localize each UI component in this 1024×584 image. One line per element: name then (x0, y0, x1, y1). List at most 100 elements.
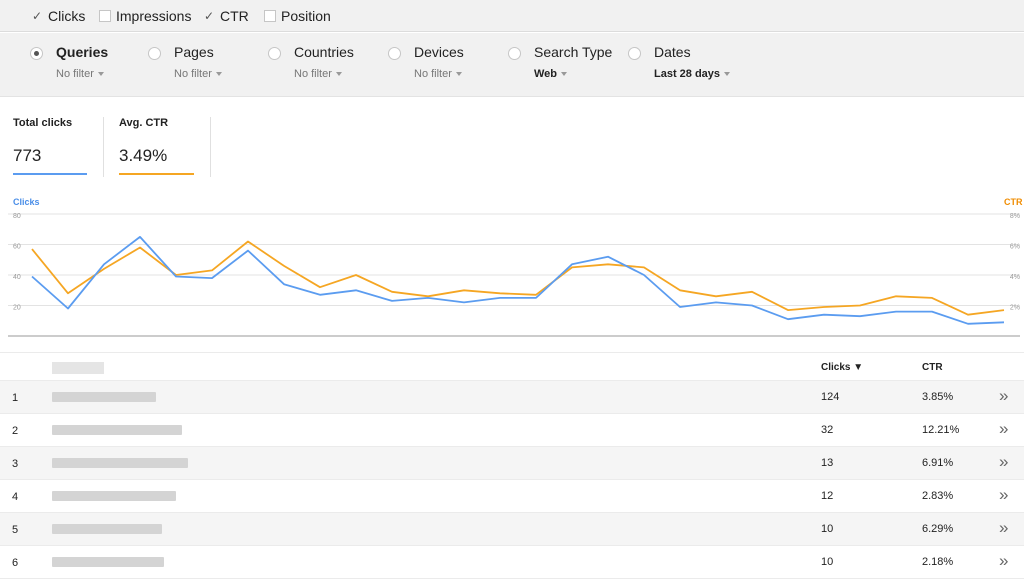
row-ctr: 2.83% (922, 490, 954, 502)
table-header: Clicks ▼ CTR (0, 352, 1024, 381)
table-body: 1 124 3.85% » 2 32 12.21% » 3 13 6.91% » 4 12 2.83% » 5 1… (0, 381, 1024, 579)
position-checkbox[interactable] (264, 10, 276, 22)
left-tick-label: 60 (13, 244, 21, 251)
countries-radio[interactable] (268, 47, 281, 60)
table-row[interactable]: 1 124 3.85% » (0, 381, 1024, 414)
right-tick-label: 4% (1010, 274, 1020, 281)
metric-ctr-label: CTR (220, 8, 249, 24)
row-ctr: 6.91% (922, 457, 954, 469)
row-clicks: 32 (821, 424, 834, 436)
right-tick-label: 8% (1010, 213, 1020, 220)
metric-position-toggle[interactable]: Position (264, 7, 331, 25)
open-details-icon[interactable]: » (999, 387, 1008, 405)
table-row[interactable]: 3 13 6.91% » (0, 447, 1024, 480)
row-ctr: 6.29% (922, 523, 954, 535)
devices-radio[interactable] (388, 47, 401, 60)
row-rank: 1 (12, 392, 19, 404)
filter-search-type-title: Search Type (534, 44, 613, 60)
metric-clicks-label: Clicks (48, 8, 86, 24)
totals-divider (103, 117, 104, 177)
table-row[interactable]: 5 10 6.29% » (0, 513, 1024, 546)
row-clicks: 10 (821, 523, 834, 535)
filter-countries-dropdown[interactable]: No filter (294, 68, 342, 80)
filter-dates-value: Last 28 days (654, 68, 721, 80)
filter-countries-title: Countries (294, 44, 354, 60)
filter-pages-title: Pages (174, 44, 214, 60)
ctr-color-underline (119, 173, 194, 175)
open-details-icon[interactable]: » (999, 486, 1008, 504)
total-clicks-value: 773 (13, 146, 42, 165)
table-row[interactable]: 4 12 2.83% » (0, 480, 1024, 513)
open-details-icon[interactable]: » (999, 519, 1008, 537)
clicks-checkbox[interactable]: ✓ (31, 10, 43, 22)
row-ctr: 3.85% (922, 391, 954, 403)
row-ctr: 2.18% (922, 556, 954, 568)
redacted-query-text[interactable] (52, 425, 182, 435)
table-row[interactable]: 2 32 12.21% » (0, 414, 1024, 447)
redacted-query-text[interactable] (52, 458, 188, 468)
metric-impressions-toggle[interactable]: Impressions (99, 7, 191, 25)
open-details-icon[interactable]: » (999, 552, 1008, 570)
avg-ctr-value: 3.49% (119, 146, 168, 165)
filter-search-type-dropdown[interactable]: Web (534, 68, 568, 80)
impressions-checkbox[interactable] (99, 10, 111, 22)
caret-down-icon (335, 72, 342, 77)
queries-table: Clicks ▼ CTR 1 124 3.85%» 2 32 12.21%» 3 13 6.91… (0, 352, 1024, 579)
caret-down-icon (455, 72, 462, 77)
ctr-checkbox[interactable]: ✓ (203, 10, 215, 22)
filter-devices-dropdown[interactable]: No filter (414, 68, 462, 80)
filter-devices-value: No filter (414, 68, 452, 80)
row-clicks: 13 (821, 457, 834, 469)
avg-ctr-label: Avg. CTR (119, 117, 169, 129)
table-row[interactable]: 6 10 2.18% » (0, 546, 1024, 579)
row-clicks: 124 (821, 391, 840, 403)
row-clicks: 10 (821, 556, 834, 568)
dates-radio[interactable] (628, 47, 641, 60)
queries-radio[interactable] (30, 47, 43, 60)
row-rank: 2 (12, 425, 19, 437)
filter-pages-value: No filter (174, 68, 212, 80)
left-tick-label: 80 (13, 213, 21, 220)
filter-countries-value: No filter (294, 68, 332, 80)
filter-queries-dropdown[interactable]: No filter (56, 68, 104, 80)
redacted-query-text[interactable] (52, 557, 164, 567)
filter-dates-dropdown[interactable]: Last 28 days (654, 68, 731, 80)
filter-queries-value: No filter (56, 68, 94, 80)
right-tick-label: 6% (1010, 244, 1020, 251)
redacted-query-text[interactable] (52, 491, 176, 501)
left-tick-label: 20 (13, 305, 21, 312)
totals-divider (210, 117, 211, 177)
clicks-ctr-line-chart[interactable]: 80 8% 60 6% 40 4% 20 2% (0, 208, 1024, 342)
filter-search-type-value: Web (534, 68, 558, 80)
ctr-series-line (31, 240, 1005, 316)
open-details-icon[interactable]: » (999, 453, 1008, 471)
redacted-query-text[interactable] (52, 392, 156, 402)
caret-down-icon (561, 72, 568, 77)
ctr-column-header[interactable]: CTR (922, 362, 943, 373)
row-clicks: 12 (821, 490, 834, 502)
avg-ctr-card[interactable]: Avg. CTR 3.49% (119, 117, 199, 177)
right-tick-label: 2% (1010, 305, 1020, 312)
total-clicks-card[interactable]: Total clicks 773 (13, 117, 93, 177)
filter-queries-title: Queries (56, 44, 109, 60)
total-clicks-label: Total clicks (13, 117, 73, 129)
pages-radio[interactable] (148, 47, 161, 60)
metric-ctr-toggle[interactable]: ✓ CTR (203, 7, 249, 25)
filter-dates-title: Dates (654, 44, 691, 60)
search-type-radio[interactable] (508, 47, 521, 60)
filter-pages-dropdown[interactable]: No filter (174, 68, 222, 80)
row-rank: 3 (12, 458, 19, 470)
filter-bar: Queries No filter Pages No filter Countr… (0, 33, 1024, 97)
clicks-axis-title: Clicks (13, 197, 40, 207)
query-column-header-redacted (52, 362, 104, 374)
metric-position-label: Position (281, 8, 331, 24)
redacted-query-text[interactable] (52, 524, 162, 534)
ctr-axis-title: CTR (1004, 197, 1023, 207)
open-details-icon[interactable]: » (999, 420, 1008, 438)
clicks-color-underline (13, 173, 87, 175)
caret-down-icon (724, 72, 731, 77)
metric-clicks-toggle[interactable]: ✓ Clicks (31, 7, 85, 25)
clicks-column-header[interactable]: Clicks ▼ (821, 362, 863, 373)
filter-devices-title: Devices (414, 44, 464, 60)
metric-impressions-label: Impressions (116, 8, 192, 24)
